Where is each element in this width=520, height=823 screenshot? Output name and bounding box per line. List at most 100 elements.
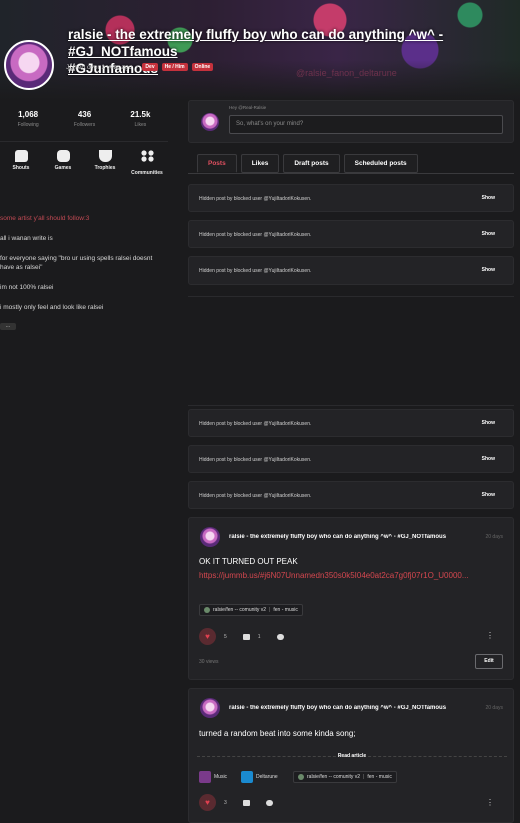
- separator-dot: •: [136, 63, 139, 71]
- dislike-icon[interactable]: [276, 633, 284, 640]
- shortcut-communities[interactable]: Communities: [127, 150, 167, 214]
- tab-draft-posts[interactable]: Draft posts: [283, 154, 340, 173]
- hidden-post: Hidden post by blocked user @YujiItadori…: [188, 445, 514, 473]
- shortcut-games[interactable]: Games: [43, 150, 83, 214]
- post-author-avatar[interactable]: [200, 698, 220, 718]
- bio-line: for everyone saying "bro ur using spells…: [0, 255, 153, 271]
- profile-sidebar: 1,068 Following 436 Followers 21.5k Like…: [0, 100, 168, 817]
- bio-line: im not 100% ralsei: [0, 284, 54, 291]
- like-count[interactable]: 3: [224, 800, 227, 806]
- shortcut-trophies-label: Trophies: [94, 165, 116, 171]
- likes-label[interactable]: Likes: [130, 122, 150, 128]
- chip-separator: |: [269, 607, 271, 613]
- post-author-name[interactable]: ralsie - the extremely fluffy boy who ca…: [229, 534, 475, 540]
- tab-posts[interactable]: Posts: [197, 154, 237, 173]
- shortcut-trophies[interactable]: Trophies: [85, 150, 125, 214]
- chip-separator: |: [363, 774, 365, 780]
- bio-line: all i wanan write is: [0, 235, 53, 242]
- channel-name: fen - music: [367, 774, 392, 780]
- hidden-post-text: Hidden post by blocked user @YujiItadori…: [199, 457, 312, 463]
- communities-grid-icon: [140, 150, 154, 162]
- profile-display-name[interactable]: ralsie - the extremely fluffy boy who ca…: [68, 26, 520, 60]
- comment-icon[interactable]: [242, 799, 250, 806]
- followers-count[interactable]: 436: [74, 110, 95, 119]
- show-hidden-post-button[interactable]: Show: [482, 267, 495, 273]
- joined-date: Joined over 1 year ago: [66, 63, 133, 71]
- empty-post-area: [188, 296, 514, 406]
- category-deltarune[interactable]: Deltarune: [241, 771, 278, 783]
- deltarune-category-icon: [241, 771, 253, 783]
- show-hidden-post-button[interactable]: Show: [482, 231, 495, 237]
- show-hidden-post-button[interactable]: Show: [482, 195, 495, 201]
- following-count[interactable]: 1,068: [18, 110, 39, 119]
- post-more-menu-icon[interactable]: ⋮: [486, 798, 494, 807]
- hidden-post-text: Hidden post by blocked user @YujiItadori…: [199, 268, 312, 274]
- following-label[interactable]: Following: [18, 122, 39, 128]
- shortcut-shouts[interactable]: Shouts: [1, 150, 41, 214]
- trophy-icon: [98, 150, 112, 162]
- community-name: ralsie/fen -- comunity v2: [307, 774, 361, 780]
- tabs-divider: [188, 173, 514, 174]
- like-button[interactable]: ♥: [199, 628, 216, 645]
- post-text: OK IT TURNED OUT PEAK: [199, 557, 298, 566]
- show-hidden-post-button[interactable]: Show: [482, 420, 495, 426]
- post-community-chip[interactable]: ralsie/fen -- comunity v2 | fen - music: [199, 604, 303, 616]
- composer-input[interactable]: So, what's on your mind?: [229, 115, 503, 134]
- profile-avatar[interactable]: [4, 40, 54, 90]
- profile-shortcuts: Shouts Games Trophies Communities: [0, 142, 168, 222]
- post-link[interactable]: https://jummb.us/#j6N07Unnamedn350s0k5I0…: [199, 570, 505, 582]
- category-music[interactable]: Music: [199, 771, 227, 783]
- gamepad-icon: [56, 150, 70, 162]
- tab-scheduled-posts[interactable]: Scheduled posts: [343, 154, 418, 173]
- shortcut-communities-label: Communities: [131, 170, 163, 176]
- composer-greeting: Hey @Real-Ralsie: [229, 105, 267, 110]
- post-timestamp[interactable]: 20 days: [485, 705, 503, 711]
- feed-tabs: Posts Likes Draft posts Scheduled posts: [188, 154, 514, 173]
- shortcut-shouts-label: Shouts: [12, 165, 30, 171]
- post-actions: ♥ 5 1: [199, 628, 284, 645]
- community-name: ralsie/fen -- comunity v2: [213, 607, 267, 613]
- post-actions: ♥ 3: [199, 794, 273, 811]
- read-article-button[interactable]: Read article: [189, 753, 515, 759]
- post-composer: Hey @Real-Ralsie So, what's on your mind…: [188, 100, 514, 143]
- category-label: Deltarune: [256, 774, 278, 780]
- hidden-post: Hidden post by blocked user @YujiItadori…: [188, 409, 514, 437]
- tab-likes[interactable]: Likes: [240, 154, 280, 173]
- post-card: ralsie - the extremely fluffy boy who ca…: [188, 517, 514, 680]
- followers-stat[interactable]: 436 Followers: [74, 110, 95, 141]
- community-icon: [298, 774, 304, 780]
- likes-stat[interactable]: 21.5k Likes: [130, 110, 150, 141]
- profile-stats: 1,068 Following 436 Followers 21.5k Like…: [0, 100, 168, 142]
- likes-count[interactable]: 21.5k: [130, 110, 150, 119]
- community-icon: [204, 607, 210, 613]
- comment-icon[interactable]: [242, 633, 250, 640]
- show-hidden-post-button[interactable]: Show: [482, 492, 495, 498]
- comment-count[interactable]: 1: [258, 634, 261, 640]
- dislike-icon[interactable]: [265, 799, 273, 806]
- like-count[interactable]: 5: [224, 634, 227, 640]
- post-timestamp[interactable]: 20 days: [485, 534, 503, 540]
- hidden-post-text: Hidden post by blocked user @YujiItadori…: [199, 421, 312, 427]
- chat-bubble-icon: [14, 150, 28, 162]
- music-category-icon: [199, 771, 211, 783]
- profile-bio: some artist y'all should follow:3 all i …: [0, 214, 168, 330]
- bio-line: some artist y'all should follow:3: [0, 215, 90, 222]
- heart-icon: ♥: [205, 632, 210, 641]
- hidden-post: Hidden post by blocked user @YujiItadori…: [188, 256, 514, 285]
- channel-name: fen - music: [273, 607, 298, 613]
- profile-feed: Hey @Real-Ralsie So, what's on your mind…: [188, 100, 514, 174]
- post-author-name[interactable]: ralsie - the extremely fluffy boy who ca…: [229, 705, 475, 711]
- profile-meta: Joined over 1 year ago • Dev He / Him On…: [66, 63, 214, 71]
- show-hidden-post-button[interactable]: Show: [482, 456, 495, 462]
- followers-label[interactable]: Followers: [74, 122, 95, 128]
- shortcut-games-label: Games: [54, 165, 72, 171]
- following-stat[interactable]: 1,068 Following: [18, 110, 39, 141]
- post-community-chip[interactable]: ralsie/fen -- comunity v2 | fen - music: [293, 771, 397, 783]
- edit-post-button[interactable]: Edit: [475, 654, 503, 669]
- post-more-menu-icon[interactable]: ⋮: [486, 631, 494, 640]
- like-button[interactable]: ♥: [199, 794, 216, 811]
- post-author-avatar[interactable]: [200, 527, 220, 547]
- hidden-post: Hidden post by blocked user @YujiItadori…: [188, 220, 514, 248]
- bio-expand-button[interactable]: ...: [0, 323, 16, 330]
- bio-line: i mostly only feel and look like ralsei: [0, 304, 104, 311]
